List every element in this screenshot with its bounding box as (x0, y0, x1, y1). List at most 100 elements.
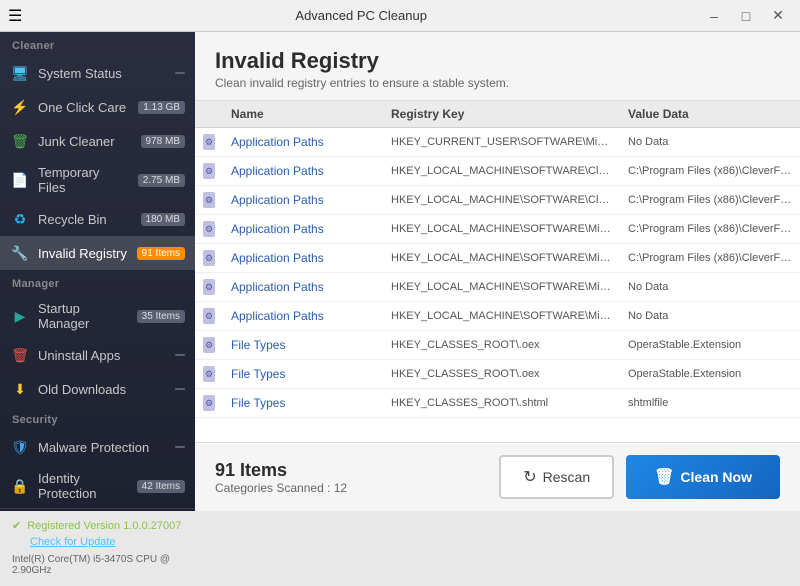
table-body: ⚙ Application Paths HKEY_CURRENT_USER\SO… (195, 128, 800, 418)
registry-entry-icon: ⚙ (203, 221, 215, 237)
main-layout: Cleaner 🖥 System Status ⚡ One Click Care… (0, 32, 800, 511)
table-row[interactable]: ⚙ Application Paths HKEY_LOCAL_MACHINE\S… (195, 157, 800, 186)
sidebar-label-one-click-care: One Click Care (38, 100, 130, 115)
registry-entry-icon: ⚙ (203, 192, 215, 208)
uninstall-icon: 🗑 (10, 345, 30, 365)
sidebar-item-malware-protection[interactable]: 🛡 Malware Protection (0, 430, 195, 464)
table-row[interactable]: ⚙ Application Paths HKEY_LOCAL_MACHINE\S… (195, 302, 800, 331)
table-row[interactable]: ⚙ File Types HKEY_CLASSES_ROOT\.oex Oper… (195, 331, 800, 360)
cell-registry-key-9: HKEY_CLASSES_ROOT\.shtml (383, 397, 620, 409)
cell-value-data-6: No Data (620, 310, 800, 322)
sidebar-badge-identity-protection: 42 Items (137, 480, 185, 493)
cell-name-6: Application Paths (223, 309, 383, 323)
sidebar-label-startup-manager: Startup Manager (38, 301, 129, 331)
cell-registry-key-5: HKEY_LOCAL_MACHINE\SOFTWARE\Microsoft\Wi… (383, 281, 620, 293)
cell-name-8: File Types (223, 367, 383, 381)
sidebar-item-temporary-files[interactable]: 📄 Temporary Files 2.75 MB (0, 158, 195, 202)
rescan-icon: ↻ (523, 467, 536, 487)
check-icon: ✔ (12, 519, 21, 532)
page-subtitle: Clean invalid registry entries to ensure… (215, 76, 780, 90)
cell-value-data-3: C:\Program Files (x86)\CleverFiles\ (620, 223, 800, 235)
table-row[interactable]: ⚙ Application Paths HKEY_LOCAL_MACHINE\S… (195, 273, 800, 302)
col-header-registry-key: Registry Key (383, 107, 620, 121)
cell-name-3: Application Paths (223, 222, 383, 236)
row-icon-2: ⚙ (195, 192, 223, 208)
content-header: Invalid Registry Clean invalid registry … (195, 32, 800, 100)
page-title: Invalid Registry (215, 48, 780, 74)
row-icon-4: ⚙ (195, 250, 223, 266)
table-row[interactable]: ⚙ Application Paths HKEY_CURRENT_USER\SO… (195, 128, 800, 157)
registered-text: Registered Version 1.0.0.27007 (27, 520, 181, 532)
hamburger-icon[interactable]: ☰ (8, 6, 22, 26)
sidebar-item-old-downloads[interactable]: ⬇ Old Downloads (0, 372, 195, 406)
minimize-button[interactable]: – (700, 6, 728, 26)
categories-scanned: Categories Scanned : 12 (215, 481, 347, 495)
table-row[interactable]: ⚙ Application Paths HKEY_LOCAL_MACHINE\S… (195, 186, 800, 215)
cell-name-7: File Types (223, 338, 383, 352)
sidebar-item-junk-cleaner[interactable]: 🗑 Junk Cleaner 978 MB (0, 124, 195, 158)
clean-now-button[interactable]: 🗑 Clean Now (626, 455, 780, 499)
sidebar-item-startup-manager[interactable]: ▶ Startup Manager 35 Items (0, 294, 195, 338)
registry-entry-icon: ⚙ (203, 134, 215, 150)
sidebar-item-identity-protection[interactable]: 🔒 Identity Protection 42 Items (0, 464, 195, 508)
registry-entry-icon: ⚙ (203, 366, 215, 382)
sidebar-label-invalid-registry: Invalid Registry (38, 246, 129, 261)
sidebar-item-system-status[interactable]: 🖥 System Status (0, 56, 195, 90)
registry-table[interactable]: Name Registry Key Value Data ⚙ Applicati… (195, 100, 800, 442)
manager-section-label: Manager (0, 270, 195, 294)
sidebar-label-malware-protection: Malware Protection (38, 440, 167, 455)
download-icon: ⬇ (10, 379, 30, 399)
registry-entry-icon: ⚙ (203, 163, 215, 179)
close-button[interactable]: ✕ (764, 6, 792, 26)
col-header-name: Name (223, 107, 383, 121)
sidebar-item-one-click-care[interactable]: ⚡ One Click Care 1.13 GB (0, 90, 195, 124)
sidebar-item-uninstall-apps[interactable]: 🗑 Uninstall Apps (0, 338, 195, 372)
sidebar-label-identity-protection: Identity Protection (38, 471, 129, 501)
sidebar-badge-temporary-files: 2.75 MB (138, 174, 185, 187)
table-row[interactable]: ⚙ Application Paths HKEY_LOCAL_MACHINE\S… (195, 215, 800, 244)
sidebar-badge-old-downloads (175, 388, 185, 390)
trash-icon: 🗑 (10, 131, 30, 151)
item-count: 91 Items (215, 460, 347, 481)
rescan-button[interactable]: ↻ Rescan (499, 455, 614, 499)
cell-name-9: File Types (223, 396, 383, 410)
sidebar-label-temporary-files: Temporary Files (38, 165, 130, 195)
sidebar-item-recycle-bin[interactable]: ♻ Recycle Bin 180 MB (0, 202, 195, 236)
startup-icon: ▶ (10, 306, 30, 326)
star-icon: ⚡ (10, 97, 30, 117)
row-icon-8: ⚙ (195, 366, 223, 382)
row-icon-0: ⚙ (195, 134, 223, 150)
file-icon: 📄 (10, 170, 30, 190)
check-update-link[interactable]: Check for Update (12, 536, 183, 548)
row-icon-1: ⚙ (195, 163, 223, 179)
cell-value-data-0: No Data (620, 136, 800, 148)
table-row[interactable]: ⚙ File Types HKEY_CLASSES_ROOT\.shtml sh… (195, 389, 800, 418)
cell-registry-key-2: HKEY_LOCAL_MACHINE\SOFTWARE\Classes\Appl… (383, 194, 620, 206)
registry-entry-icon: ⚙ (203, 250, 215, 266)
cell-value-data-4: C:\Program Files (x86)\CleverFiles\ (620, 252, 800, 264)
cell-registry-key-3: HKEY_LOCAL_MACHINE\SOFTWARE\Microsoft\Wi… (383, 223, 620, 235)
maximize-button[interactable]: □ (732, 6, 760, 26)
row-icon-6: ⚙ (195, 308, 223, 324)
sidebar-item-invalid-registry[interactable]: 🔧 Invalid Registry 91 Items (0, 236, 195, 270)
recycle-icon: ♻ (10, 209, 30, 229)
security-section-label: Security (0, 406, 195, 430)
row-icon-9: ⚙ (195, 395, 223, 411)
cell-value-data-7: OperaStable.Extension (620, 339, 800, 351)
table-row[interactable]: ⚙ Application Paths HKEY_LOCAL_MACHINE\S… (195, 244, 800, 273)
sidebar-badge-startup-manager: 35 Items (137, 310, 185, 323)
app-title: Advanced PC Cleanup (22, 8, 700, 23)
col-header-icon (195, 107, 223, 121)
row-icon-5: ⚙ (195, 279, 223, 295)
sidebar-label-uninstall-apps: Uninstall Apps (38, 348, 167, 363)
clean-label: Clean Now (680, 469, 752, 485)
cell-value-data-1: C:\Program Files (x86)\CleverFile... (620, 165, 800, 177)
sidebar-label-recycle-bin: Recycle Bin (38, 212, 133, 227)
cleaner-section-label: Cleaner (0, 32, 195, 56)
cell-registry-key-8: HKEY_CLASSES_ROOT\.oex (383, 368, 620, 380)
table-row[interactable]: ⚙ File Types HKEY_CLASSES_ROOT\.oex Oper… (195, 360, 800, 389)
cell-registry-key-7: HKEY_CLASSES_ROOT\.oex (383, 339, 620, 351)
sidebar: Cleaner 🖥 System Status ⚡ One Click Care… (0, 32, 195, 511)
lock-icon: 🔒 (10, 476, 30, 496)
cell-registry-key-0: HKEY_CURRENT_USER\SOFTWARE\Microsoft\Win… (383, 136, 620, 148)
